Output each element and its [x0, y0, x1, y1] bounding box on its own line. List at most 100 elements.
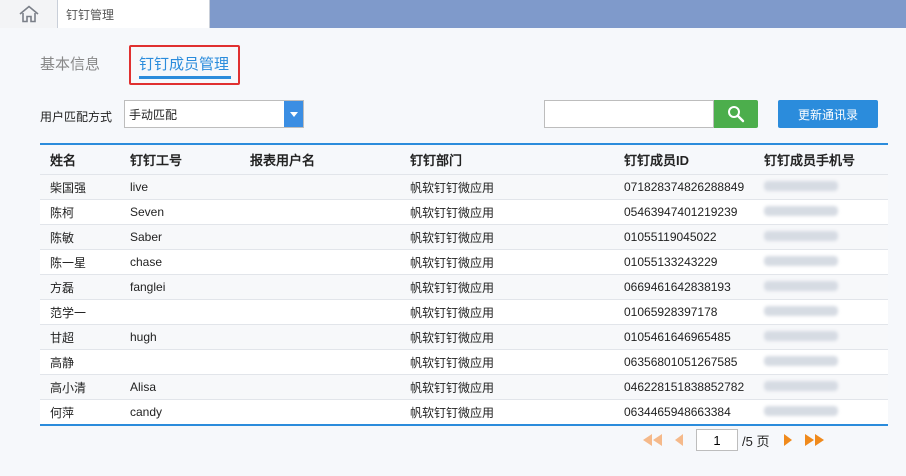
cell-name: 何萍 [50, 405, 75, 420]
members-table: 姓名 钉钉工号 报表用户名 钉钉部门 钉钉成员ID 钉钉成员手机号 柴国强 li… [40, 143, 888, 426]
next-page-button[interactable] [775, 428, 801, 452]
subtab-active-indicator [139, 76, 231, 79]
cell-department: 帆软钉钉微应用 [410, 280, 495, 295]
cell-phone [754, 330, 888, 344]
cell-department: 帆软钉钉微应用 [410, 380, 495, 395]
cell-job-number: live [130, 180, 149, 194]
header-job-number: 钉钉工号 [130, 153, 183, 168]
cell-member-id: 071828374826288849 [624, 180, 745, 194]
cell-member-id: 05463947401219239 [624, 205, 738, 219]
table-row[interactable]: 陈敏 Saber 帆软钉钉微应用 01055119045022 [40, 224, 888, 249]
table-row[interactable]: 柴国强 live 帆软钉钉微应用 071828374826288849 [40, 174, 888, 199]
table-row[interactable]: 甘超 hugh 帆软钉钉微应用 0105461646965485 [40, 324, 888, 349]
match-method-value: 手动匹配 [129, 107, 178, 122]
header-department: 钉钉部门 [410, 153, 463, 168]
cell-member-id: 0634465948663384 [624, 405, 731, 419]
cell-job-number: Alisa [130, 380, 157, 394]
cell-member-id: 01055119045022 [624, 230, 717, 244]
search-icon [728, 106, 745, 123]
double-chevron-left-icon [643, 434, 662, 446]
first-page-button[interactable] [640, 428, 666, 452]
double-chevron-right-icon [805, 434, 825, 446]
chevron-down-icon[interactable] [284, 101, 303, 127]
cell-department: 帆软钉钉微应用 [410, 255, 495, 270]
table-bottom-border [40, 424, 888, 426]
cell-phone [754, 305, 888, 319]
cell-job-number: candy [130, 405, 163, 419]
cell-department: 帆软钉钉微应用 [410, 405, 495, 420]
last-page-button[interactable] [801, 428, 827, 452]
cell-job-number: fanglei [130, 280, 166, 294]
table-row[interactable]: 何萍 candy 帆软钉钉微应用 0634465948663384 [40, 399, 888, 424]
tab-title: 钉钉管理 [66, 7, 115, 22]
header-phone: 钉钉成员手机号 [764, 153, 856, 168]
header-name: 姓名 [50, 153, 77, 168]
home-icon [18, 5, 39, 23]
cell-member-id: 01055133243229 [624, 255, 718, 269]
prev-page-button[interactable] [666, 428, 692, 452]
cell-phone [754, 405, 888, 419]
cell-department: 帆软钉钉微应用 [410, 355, 495, 370]
cell-name: 甘超 [50, 330, 75, 345]
pagination: /5 页 [640, 428, 827, 452]
cell-member-id: 0105461646965485 [624, 330, 731, 344]
cell-name: 陈一星 [50, 255, 87, 270]
chevron-right-icon [784, 434, 793, 446]
cell-phone [754, 280, 888, 294]
cell-name: 陈敏 [50, 230, 75, 245]
blurred-phone [764, 381, 838, 391]
blurred-phone [764, 406, 838, 416]
cell-job-number: Saber [130, 230, 163, 244]
cell-phone [754, 355, 888, 369]
table-body: 柴国强 live 帆软钉钉微应用 071828374826288849 陈柯 S… [40, 174, 888, 424]
cell-name: 陈柯 [50, 205, 75, 220]
cell-member-id: 0669461642838193 [624, 280, 731, 294]
cell-department: 帆软钉钉微应用 [410, 330, 495, 345]
page-number-input[interactable] [696, 429, 738, 451]
page-total: /5 页 [742, 433, 770, 449]
cell-job-number: hugh [130, 330, 157, 344]
cell-department: 帆软钉钉微应用 [410, 205, 495, 220]
table-row[interactable]: 范学一 帆软钉钉微应用 01065928397178 [40, 299, 888, 324]
cell-member-id: 01065928397178 [624, 305, 718, 319]
search-button[interactable] [714, 100, 758, 128]
subtab-basic-info[interactable]: 基本信息 [40, 53, 100, 74]
cell-phone [754, 230, 888, 244]
cell-phone [754, 205, 888, 219]
blurred-phone [764, 256, 838, 266]
search-input[interactable] [544, 100, 714, 128]
header-member-id: 钉钉成员ID [624, 153, 690, 168]
header-report-user: 报表用户名 [250, 153, 316, 168]
blurred-phone [764, 206, 838, 216]
cell-department: 帆软钉钉微应用 [410, 230, 495, 245]
blurred-phone [764, 356, 838, 366]
home-button[interactable] [0, 0, 58, 28]
match-method-label: 用户匹配方式 [40, 110, 113, 124]
subtab-dingtalk-members[interactable]: 钉钉成员管理 [139, 53, 229, 74]
cell-name: 高静 [50, 355, 75, 370]
cell-department: 帆软钉钉微应用 [410, 180, 495, 195]
cell-member-id: 046228151838852782 [624, 380, 745, 394]
blurred-phone [764, 306, 838, 316]
table-row[interactable]: 高小清 Alisa 帆软钉钉微应用 046228151838852782 [40, 374, 888, 399]
match-method-select[interactable]: 手动匹配 [124, 100, 304, 128]
table-header: 姓名 钉钉工号 报表用户名 钉钉部门 钉钉成员ID 钉钉成员手机号 [40, 145, 888, 174]
table-row[interactable]: 陈一星 chase 帆软钉钉微应用 01055133243229 [40, 249, 888, 274]
cell-name: 范学一 [50, 305, 87, 320]
blurred-phone [764, 231, 838, 241]
cell-name: 方磊 [50, 280, 75, 295]
table-row[interactable]: 陈柯 Seven 帆软钉钉微应用 05463947401219239 [40, 199, 888, 224]
blurred-phone [764, 281, 838, 291]
table-row[interactable]: 高静 帆软钉钉微应用 06356801051267585 [40, 349, 888, 374]
tab-dingtalk-management[interactable]: 钉钉管理 [58, 0, 210, 28]
blurred-phone [764, 331, 838, 341]
chevron-left-icon [675, 434, 683, 446]
cell-job-number: Seven [130, 205, 165, 219]
table-row[interactable]: 方磊 fanglei 帆软钉钉微应用 0669461642838193 [40, 274, 888, 299]
cell-phone [754, 380, 888, 394]
cell-phone [754, 255, 888, 269]
blurred-phone [764, 181, 838, 191]
cell-name: 高小清 [50, 380, 87, 395]
cell-department: 帆软钉钉微应用 [410, 305, 495, 320]
update-contacts-button[interactable]: 更新通讯录 [778, 100, 878, 128]
